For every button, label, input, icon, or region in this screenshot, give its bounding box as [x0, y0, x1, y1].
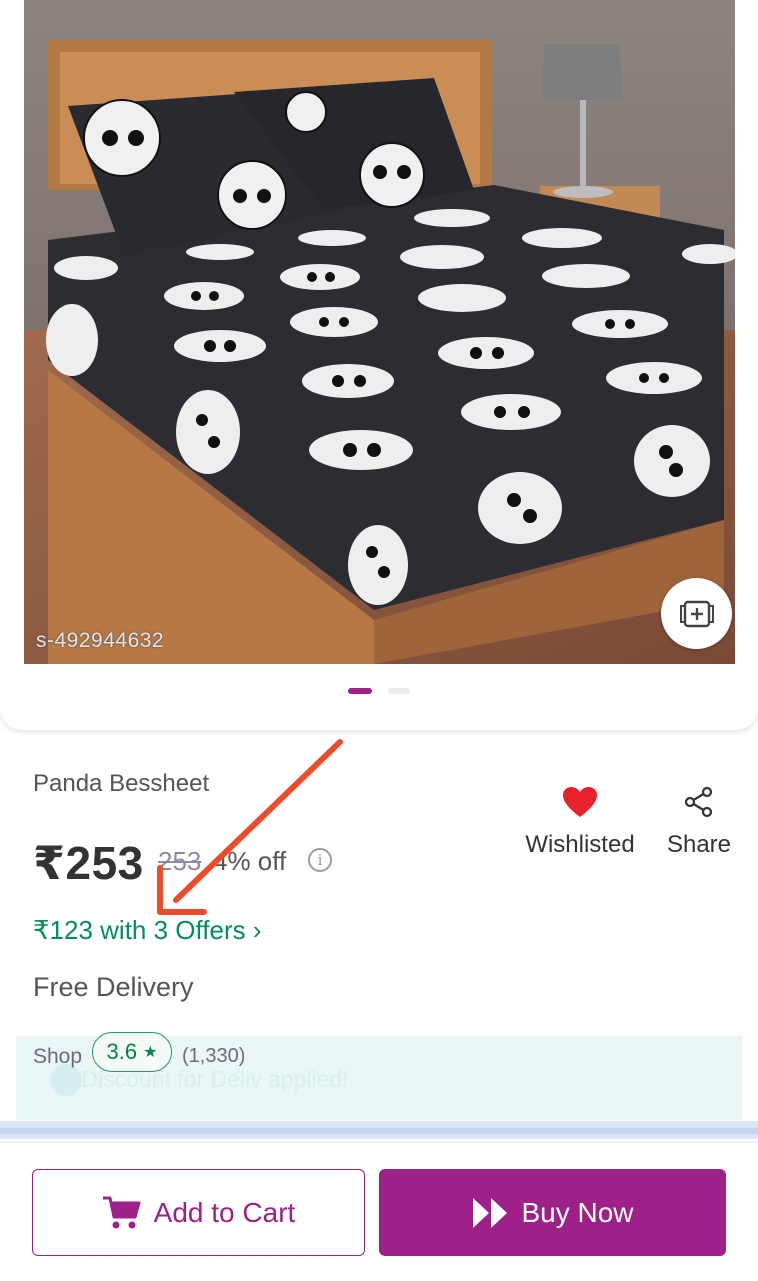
carousel-dot[interactable]: [388, 688, 410, 694]
heart-icon: [563, 787, 597, 817]
chevron-right-icon: ›: [252, 915, 262, 945]
add-photo-icon: [679, 600, 714, 627]
carousel-indicator: [0, 688, 758, 696]
add-photo-button[interactable]: [661, 578, 732, 649]
bedsheet-illustration: [24, 0, 735, 664]
shop-rating-chip[interactable]: 3.6 ★: [92, 1032, 172, 1072]
section-divider-inner: [0, 1128, 758, 1134]
add-to-cart-button[interactable]: Add to Cart: [32, 1169, 365, 1256]
share-button[interactable]: Share: [664, 786, 734, 859]
image-watermark: s-492944632: [36, 629, 165, 652]
delivery-info: Free Delivery: [33, 972, 194, 1002]
offer-banner-text: … Discount for Deliv applied!: [52, 1066, 349, 1092]
product-title: Panda Bessheet: [33, 770, 210, 797]
share-icon: [684, 786, 713, 818]
wishlist-button[interactable]: Wishlisted: [520, 786, 640, 859]
shop-rating-count: (1,330): [182, 1045, 246, 1067]
buy-now-button[interactable]: Buy Now: [379, 1169, 726, 1256]
share-label: Share: [666, 831, 732, 858]
product-image[interactable]: [24, 0, 735, 664]
fast-forward-icon: [473, 1197, 508, 1228]
info-icon[interactable]: i: [308, 848, 332, 872]
shop-rating-value: 3.6: [106, 1039, 138, 1064]
star-icon: ★: [143, 1044, 158, 1061]
offers-link[interactable]: ₹123 with 3 Offers ›: [33, 915, 262, 946]
product-image-card: s-492944632: [0, 0, 758, 730]
product-discount: 4% off: [213, 846, 287, 876]
product-mrp: 253: [158, 846, 202, 876]
wishlist-label: Wishlisted: [525, 831, 635, 858]
offers-text: ₹123 with 3 Offers: [33, 915, 246, 945]
cart-icon: [102, 1196, 141, 1228]
buy-now-label: Buy Now: [521, 1196, 634, 1228]
shop-label: Shop: [33, 1045, 83, 1068]
add-to-cart-label: Add to Cart: [153, 1196, 296, 1228]
carousel-dot-active[interactable]: [348, 688, 372, 694]
product-price: ₹253: [33, 837, 144, 889]
